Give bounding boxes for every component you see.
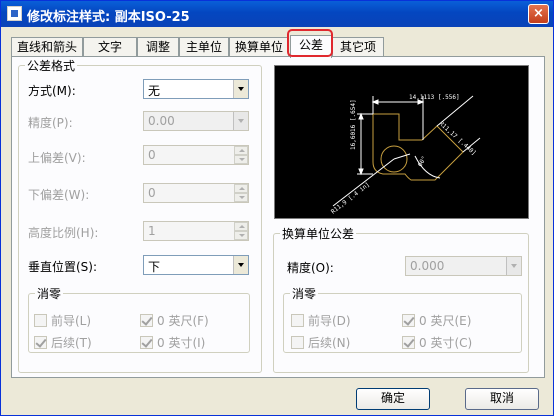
active-tab-highlight [287, 29, 333, 57]
tab-other[interactable]: 其它项 [332, 37, 384, 57]
checkbox-box[interactable] [291, 314, 304, 327]
ok-button[interactable]: 确定 [356, 388, 430, 410]
title-bar: 修改标注样式: 副本ISO-25 × [1, 1, 553, 27]
preview-pane: 14,1113 [.556] 16,6016 [.654] R11,17 [.4… [274, 65, 529, 219]
chevron-down-icon[interactable] [233, 80, 248, 98]
chevron-down-icon[interactable] [233, 112, 248, 130]
alt-leading-checkbox[interactable]: 前导(D) [291, 312, 351, 329]
inches-label: 0 英寸(I) [157, 336, 206, 350]
alt-leading-label: 前导(D) [308, 314, 351, 328]
cancel-button[interactable]: 取消 [465, 388, 539, 410]
checkbox-box[interactable] [140, 336, 153, 349]
alt-precision-select[interactable]: 0.000 [405, 256, 522, 276]
trailing-checkbox[interactable]: 后续(T) [34, 334, 92, 351]
preview-drawing: 14,1113 [.556] 16,6016 [.654] R11,17 [.4… [330, 94, 481, 216]
checkbox-box[interactable] [291, 336, 304, 349]
spin-up-icon[interactable] [234, 146, 248, 155]
precision-label: 精度(P): [28, 116, 73, 130]
chevron-down-icon[interactable] [506, 257, 521, 275]
alt-inches-label: 0 英寸(C) [419, 336, 473, 350]
spin-down-icon[interactable] [234, 193, 248, 202]
upper-value-label: 上偏差(V): [28, 151, 86, 165]
tab-fit[interactable]: 调整 [137, 37, 179, 57]
spin-down-icon[interactable] [234, 231, 248, 240]
precision-select[interactable]: 0.00 [143, 111, 249, 131]
trailing-label: 后续(T) [51, 336, 92, 350]
vertical-position-select[interactable]: 下 [143, 255, 249, 275]
vertical-position-value: 下 [148, 260, 161, 274]
spin-down-icon[interactable] [234, 155, 248, 164]
checkbox-box[interactable] [34, 314, 47, 327]
alt-tolerance-title: 换算单位公差 [282, 227, 355, 241]
alt-zero-suppression-title: 消零 [292, 287, 317, 301]
dialog-window: 修改标注样式: 副本ISO-25 × 直线和箭头 文字 调整 主单位 换算单位 … [0, 0, 554, 416]
alt-feet-label: 0 英尺(E) [419, 314, 472, 328]
checkbox-box[interactable] [140, 314, 153, 327]
zero-suppression-title: 消零 [37, 287, 62, 301]
chevron-down-icon[interactable] [233, 256, 248, 274]
inches-checkbox[interactable]: 0 英寸(I) [140, 334, 205, 351]
app-icon [7, 6, 22, 21]
lower-value: 0 [148, 186, 156, 200]
spin-up-icon[interactable] [234, 184, 248, 193]
dim-top-label: 14,1113 [.556] [409, 94, 460, 101]
alt-precision-value: 0.000 [410, 259, 445, 273]
upper-value-stepper[interactable]: 0 [143, 145, 249, 165]
checkbox-box[interactable] [34, 336, 47, 349]
alt-trailing-checkbox[interactable]: 后续(N) [291, 334, 350, 351]
lower-value-label: 下偏差(W): [28, 188, 90, 202]
alt-inches-checkbox[interactable]: 0 英寸(C) [402, 334, 472, 351]
precision-value: 0.00 [148, 114, 175, 128]
tab-lines-arrows[interactable]: 直线和箭头 [11, 37, 83, 57]
leading-label: 前导(L) [51, 314, 92, 328]
leading-checkbox[interactable]: 前导(L) [34, 312, 91, 329]
feet-label: 0 英尺(F) [157, 314, 209, 328]
dimension-labels: 14,1113 [.556] 16,6016 [.654] R11,17 [.4… [330, 94, 477, 216]
feet-checkbox[interactable]: 0 英尺(F) [140, 312, 209, 329]
close-button[interactable]: × [528, 4, 549, 24]
lower-value-stepper[interactable]: 0 [143, 183, 249, 203]
checkbox-box[interactable] [402, 314, 415, 327]
window-title: 修改标注样式: 副本ISO-25 [27, 10, 190, 25]
tolerance-panel: 公差格式 方式(M): 无 精度(P): 0.00 上偏差(V): 0 下偏差(… [11, 56, 545, 378]
part-outline [372, 113, 464, 181]
dim-angle-label: 60° [417, 155, 428, 168]
dim-left-label: 16,6016 [.654] [350, 99, 357, 150]
checkbox-box[interactable] [402, 336, 415, 349]
height-scale-value: 1 [148, 224, 156, 238]
tab-primary-units[interactable]: 主单位 [179, 37, 229, 57]
method-label: 方式(M): [28, 84, 76, 98]
tolerance-format-title: 公差格式 [27, 59, 76, 73]
dim-diag-label: R11,9 [.4 in] [330, 181, 371, 215]
height-scale-label: 高度比例(H): [28, 226, 99, 240]
vertical-position-label: 垂直位置(S): [28, 260, 98, 274]
method-value: 无 [148, 84, 161, 98]
upper-value: 0 [148, 148, 156, 162]
method-select[interactable]: 无 [143, 79, 249, 99]
alt-precision-label: 精度(O): [287, 261, 334, 275]
tab-text[interactable]: 文字 [83, 37, 137, 57]
spin-up-icon[interactable] [234, 222, 248, 231]
alt-feet-checkbox[interactable]: 0 英尺(E) [402, 312, 471, 329]
dim-right-label: R11,17 [.440] [438, 120, 478, 157]
alt-trailing-label: 后续(N) [308, 336, 351, 350]
height-scale-stepper[interactable]: 1 [143, 221, 249, 241]
tab-alternate-units[interactable]: 换算单位 [229, 37, 289, 57]
